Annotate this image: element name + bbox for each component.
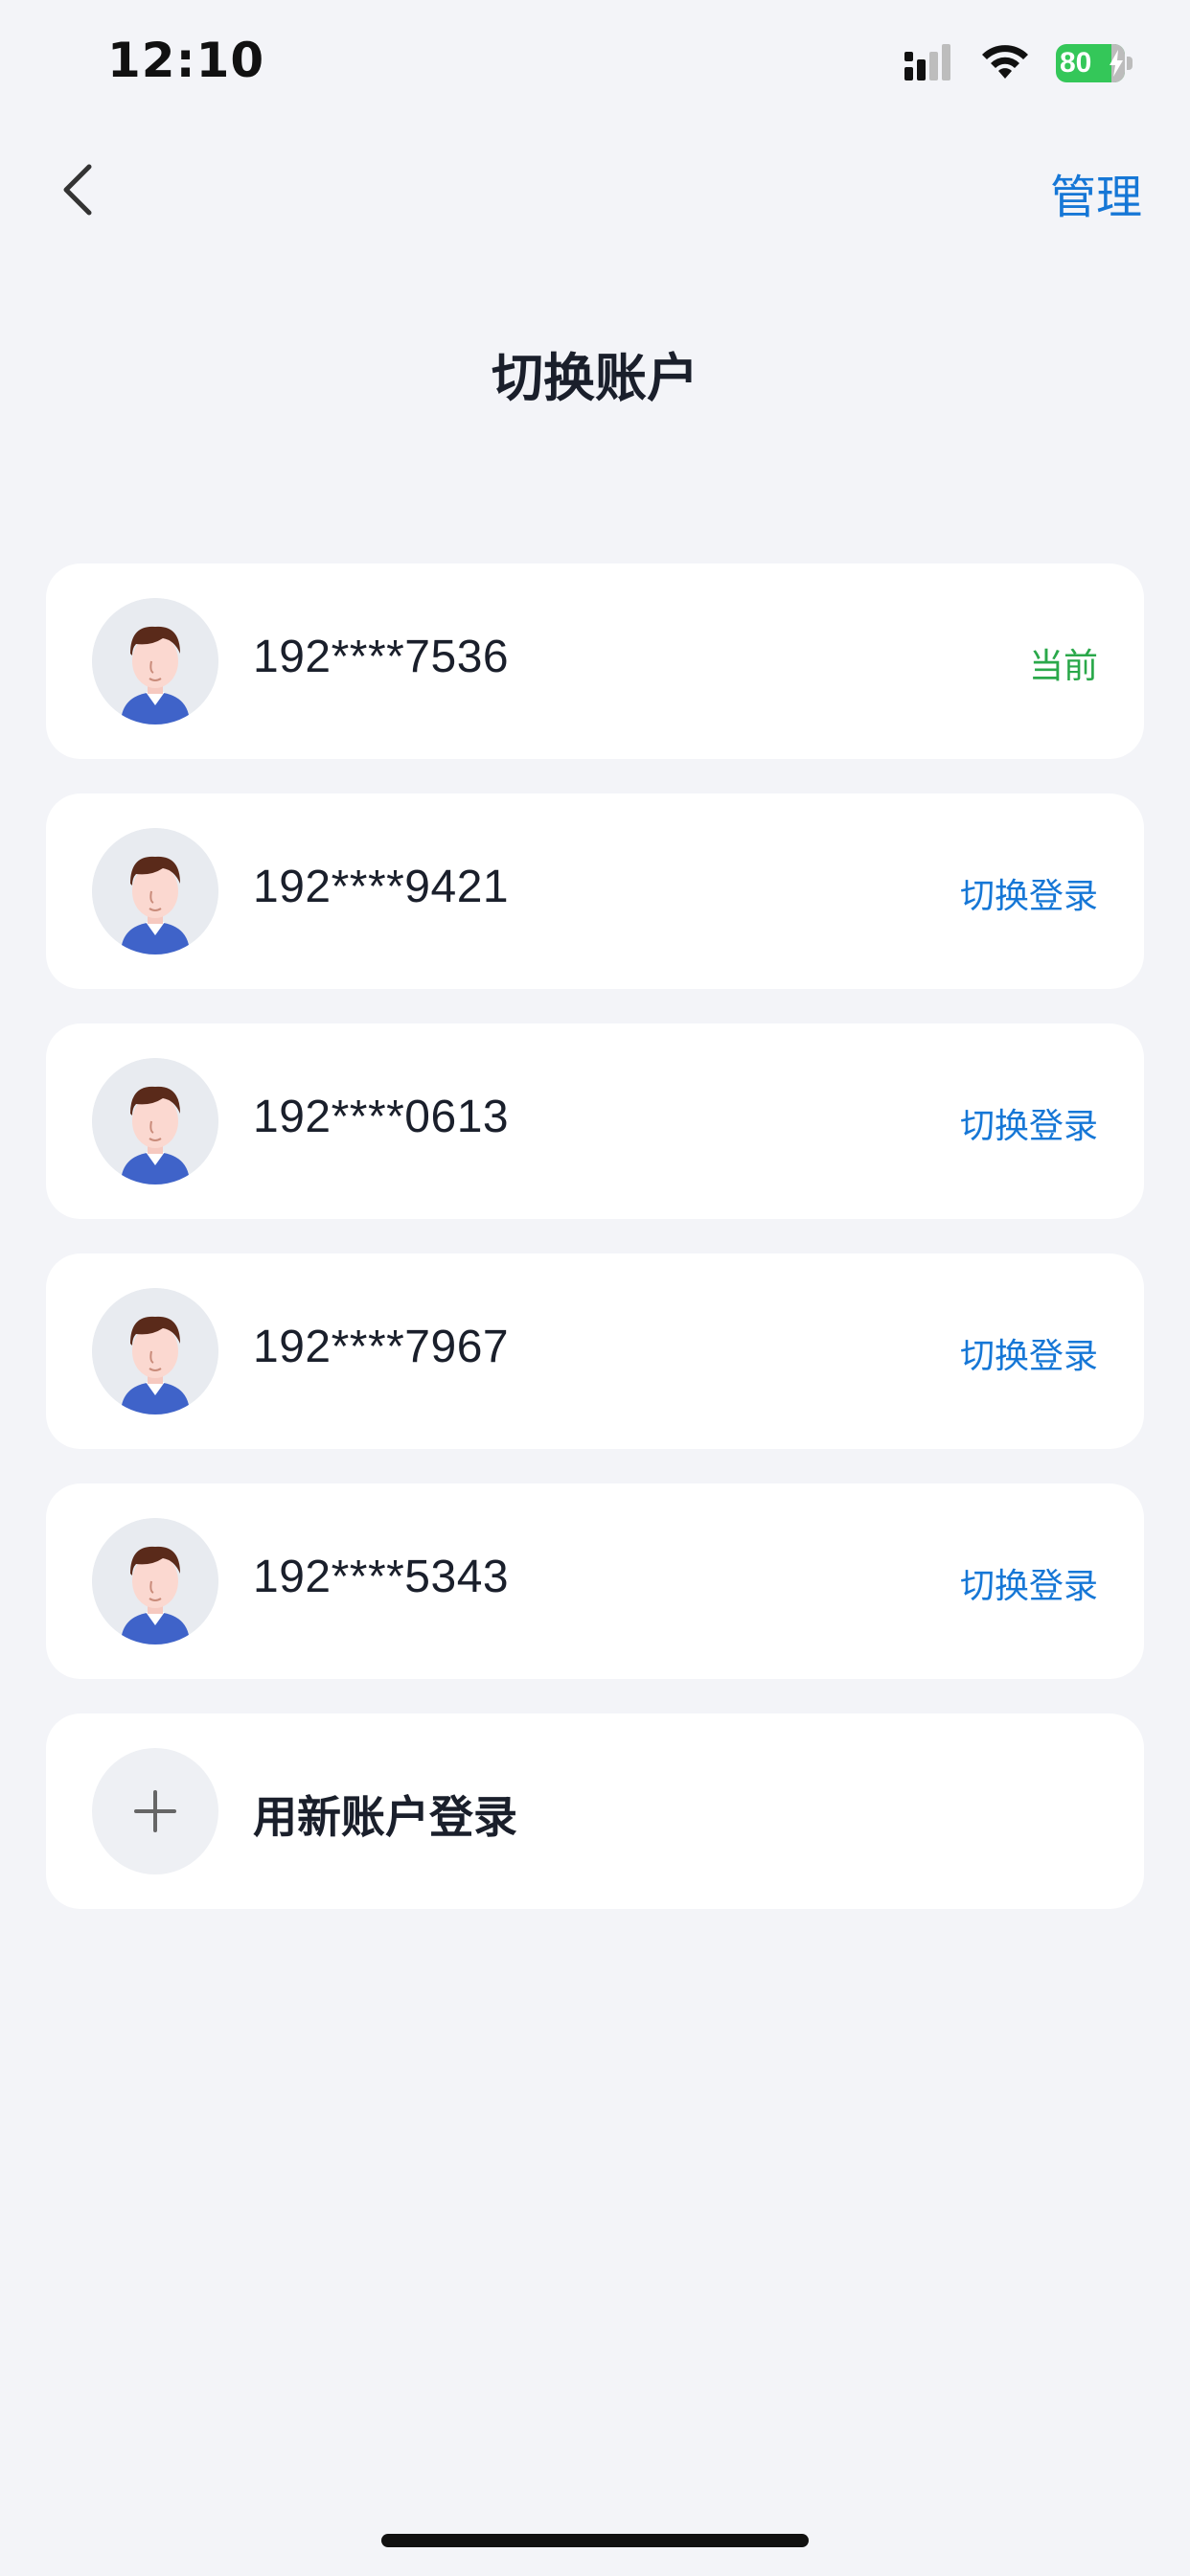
switch-login-button[interactable]: 切换登录: [960, 868, 1098, 918]
avatar: [92, 1518, 218, 1644]
avatar: [92, 828, 218, 954]
chevron-left-icon: [63, 164, 92, 216]
avatar-icon: [92, 1288, 218, 1414]
account-phone: 192****7536: [253, 632, 510, 682]
account-card[interactable]: 192****7967 切换登录: [46, 1254, 1144, 1449]
account-list: 192****7536 当前 192****9421 切换登录 192****0…: [46, 564, 1144, 1909]
page-title: 切换账户: [492, 348, 698, 408]
signal-icon: [904, 44, 950, 80]
account-card[interactable]: 192****0613 切换登录: [46, 1024, 1144, 1219]
avatar-icon: [92, 828, 218, 954]
account-card[interactable]: 192****9421 切换登录: [46, 794, 1144, 989]
battery-level: 80: [1060, 47, 1092, 79]
avatar-icon: [92, 598, 218, 724]
account-phone: 192****7967: [253, 1322, 510, 1372]
battery-icon: 80: [1056, 44, 1133, 82]
avatar-icon: [92, 1518, 218, 1644]
charging-bolt-icon: [1110, 50, 1123, 77]
status-icons: 80: [903, 42, 1133, 84]
manage-button[interactable]: 管理: [1050, 159, 1142, 226]
switch-login-button[interactable]: 切换登录: [960, 1328, 1098, 1378]
home-indicator[interactable]: [381, 2534, 809, 2547]
account-card[interactable]: 192****7536 当前: [46, 564, 1144, 759]
switch-login-button[interactable]: 切换登录: [960, 1558, 1098, 1608]
add-account-button[interactable]: 用新账户登录: [46, 1714, 1144, 1909]
switch-login-button[interactable]: 切换登录: [960, 1098, 1098, 1148]
plus-icon: [134, 1790, 176, 1832]
current-badge: 当前: [1028, 647, 1098, 686]
wifi-icon: [982, 45, 1028, 79]
avatar-icon: [92, 1058, 218, 1184]
account-phone: 192****9421: [253, 862, 510, 912]
account-phone: 192****0613: [253, 1092, 510, 1142]
status-bar: 12:10 80: [0, 0, 1190, 134]
account-phone: 192****5343: [253, 1552, 510, 1602]
avatar: [92, 1058, 218, 1184]
account-card[interactable]: 192****5343 切换登录: [46, 1484, 1144, 1679]
avatar: [92, 598, 218, 724]
avatar: [92, 1288, 218, 1414]
back-button[interactable]: [50, 155, 103, 224]
add-account-label: 用新账户登录: [253, 1791, 517, 1843]
add-circle: [92, 1748, 218, 1874]
status-time: 12:10: [107, 33, 265, 88]
